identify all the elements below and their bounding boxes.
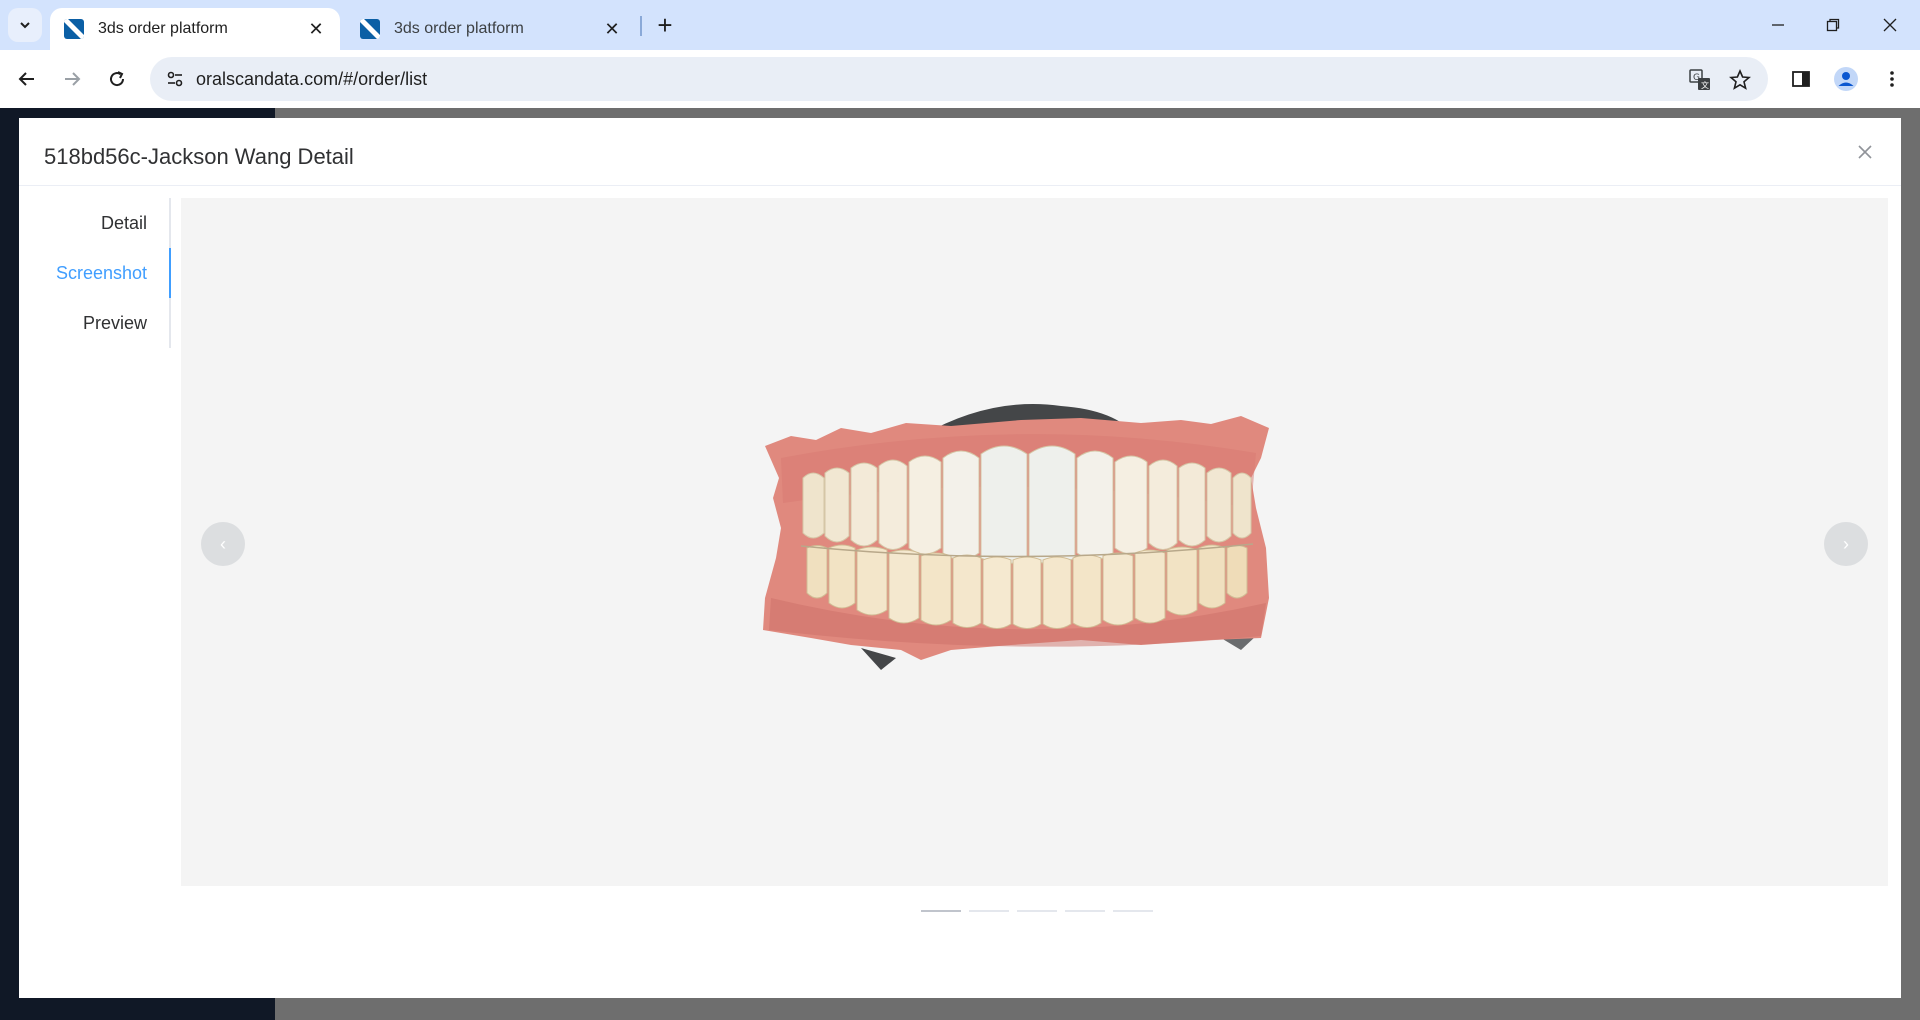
dental-scan-image <box>763 404 1269 670</box>
carousel-next-button[interactable]: › <box>1824 522 1868 566</box>
browser-toolbar: oralscandata.com/#/order/list G文 <box>0 50 1920 108</box>
carousel-indicator-2[interactable] <box>969 910 1009 912</box>
side-panel-button[interactable] <box>1784 62 1818 96</box>
tab-screenshot[interactable]: Screenshot <box>56 248 147 298</box>
carousel-indicator-1[interactable] <box>921 910 961 912</box>
site-info-button[interactable] <box>160 64 190 94</box>
url-text[interactable]: oralscandata.com/#/order/list <box>196 69 427 90</box>
tab-separator <box>640 16 642 36</box>
site-favicon-icon <box>360 19 380 39</box>
close-window-button[interactable] <box>1868 6 1912 44</box>
star-icon <box>1729 69 1751 90</box>
reload-button[interactable] <box>100 62 134 96</box>
browser-tab-active[interactable]: 3ds order platform ✕ <box>50 8 340 50</box>
dialog-close-button[interactable] <box>1853 140 1877 164</box>
tab-close-icon[interactable]: ✕ <box>602 19 622 39</box>
browser-tab-inactive[interactable]: 3ds order platform ✕ <box>346 8 636 50</box>
bookmark-button[interactable] <box>1725 65 1755 95</box>
reload-icon <box>110 71 125 87</box>
translate-button[interactable]: G文 <box>1685 65 1715 95</box>
address-bar[interactable]: oralscandata.com/#/order/list G文 <box>150 57 1768 101</box>
svg-text:文: 文 <box>1701 80 1709 90</box>
minimize-icon <box>1772 24 1784 26</box>
dialog-header: 518bd56c-Jackson Wang Detail <box>19 118 1901 186</box>
close-icon <box>1883 18 1897 32</box>
detail-tabs: Detail Screenshot Preview <box>19 198 171 348</box>
close-icon <box>1858 145 1872 159</box>
tab-active-indicator <box>169 248 171 298</box>
restore-icon <box>1826 18 1840 32</box>
profile-button[interactable] <box>1829 62 1863 96</box>
side-panel-icon <box>1792 71 1810 87</box>
more-vert-icon <box>1890 71 1894 87</box>
tune-icon <box>167 71 183 87</box>
tab-title: 3ds order platform <box>394 20 524 37</box>
screenshot-carousel[interactable]: ‹ › <box>181 198 1888 886</box>
tab-preview[interactable]: Preview <box>83 298 147 348</box>
new-tab-button[interactable]: + <box>650 10 680 40</box>
tab-search-button[interactable] <box>8 8 42 42</box>
arrow-left-icon <box>18 72 34 86</box>
tab-title: 3ds order platform <box>98 20 228 37</box>
carousel-indicator-3[interactable] <box>1017 910 1057 912</box>
back-button[interactable] <box>10 62 44 96</box>
forward-button[interactable] <box>55 62 89 96</box>
dialog-title: 518bd56c-Jackson Wang Detail <box>44 144 354 169</box>
site-favicon-icon <box>64 19 84 39</box>
arrow-right-icon <box>65 72 81 86</box>
browser-tabstrip: 3ds order platform ✕ 3ds order platform … <box>0 0 1920 50</box>
order-detail-dialog: 518bd56c-Jackson Wang Detail Detail Scre… <box>19 118 1901 998</box>
restore-button[interactable] <box>1811 6 1855 44</box>
carousel-indicator-4[interactable] <box>1065 910 1105 912</box>
tab-detail[interactable]: Detail <box>101 198 147 248</box>
chevron-down-icon <box>20 22 30 29</box>
chevron-left-icon: ‹ <box>220 533 226 554</box>
menu-button[interactable] <box>1875 62 1909 96</box>
carousel-indicator-5[interactable] <box>1113 910 1153 912</box>
minimize-button[interactable] <box>1756 6 1800 44</box>
carousel-prev-button[interactable]: ‹ <box>201 522 245 566</box>
tab-close-icon[interactable]: ✕ <box>306 19 326 39</box>
translate-icon: G文 <box>1689 69 1710 90</box>
carousel-indicators <box>921 901 1153 921</box>
chevron-right-icon: › <box>1843 533 1849 554</box>
avatar-icon <box>1834 67 1858 91</box>
